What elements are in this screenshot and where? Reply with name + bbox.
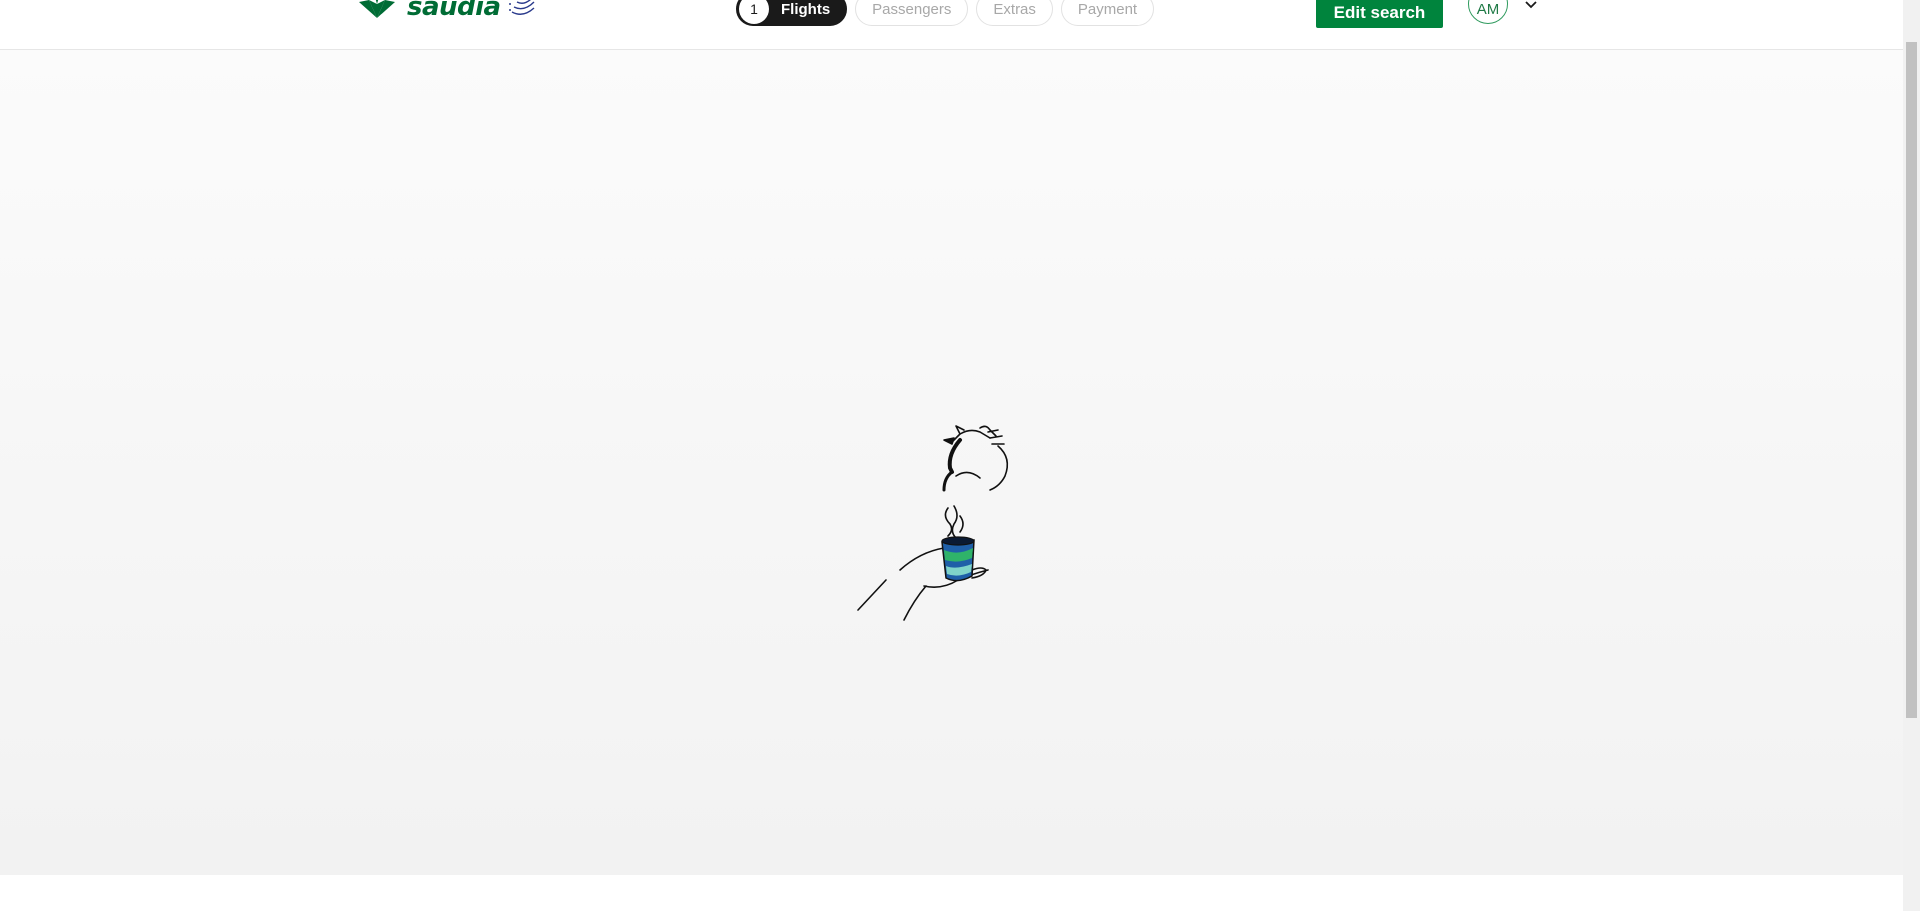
step-label: Flights xyxy=(781,0,831,18)
chevron-down-icon[interactable] xyxy=(1524,0,1538,15)
step-label: Extras xyxy=(993,0,1036,18)
saudia-palm-logo-icon xyxy=(355,0,399,27)
loading-area xyxy=(0,50,1903,875)
saudia-logo[interactable]: saudia xyxy=(355,0,501,24)
page-scrollbar[interactable] xyxy=(1903,0,1920,911)
coffee-pouring-loader-icon xyxy=(840,420,1070,695)
skyteam-icon xyxy=(506,0,540,27)
footer-band xyxy=(0,875,1903,911)
booking-stepper: 1 Flights Passengers Extras Payment xyxy=(736,0,1155,26)
step-passengers[interactable]: Passengers xyxy=(855,0,969,26)
step-label: Passengers xyxy=(872,0,952,18)
step-number: 1 xyxy=(739,0,769,24)
scrollbar-thumb[interactable] xyxy=(1906,42,1917,718)
top-header: saudia 1 Flights Passengers Extras Payme… xyxy=(0,0,1903,50)
user-avatar[interactable]: AM xyxy=(1468,0,1508,24)
step-payment[interactable]: Payment xyxy=(1060,0,1155,26)
step-flights[interactable]: 1 Flights xyxy=(736,0,848,26)
edit-search-button[interactable]: Edit search xyxy=(1316,0,1443,28)
step-extras[interactable]: Extras xyxy=(976,0,1053,26)
brand-name: saudia xyxy=(407,0,501,22)
step-label: Payment xyxy=(1077,0,1138,18)
